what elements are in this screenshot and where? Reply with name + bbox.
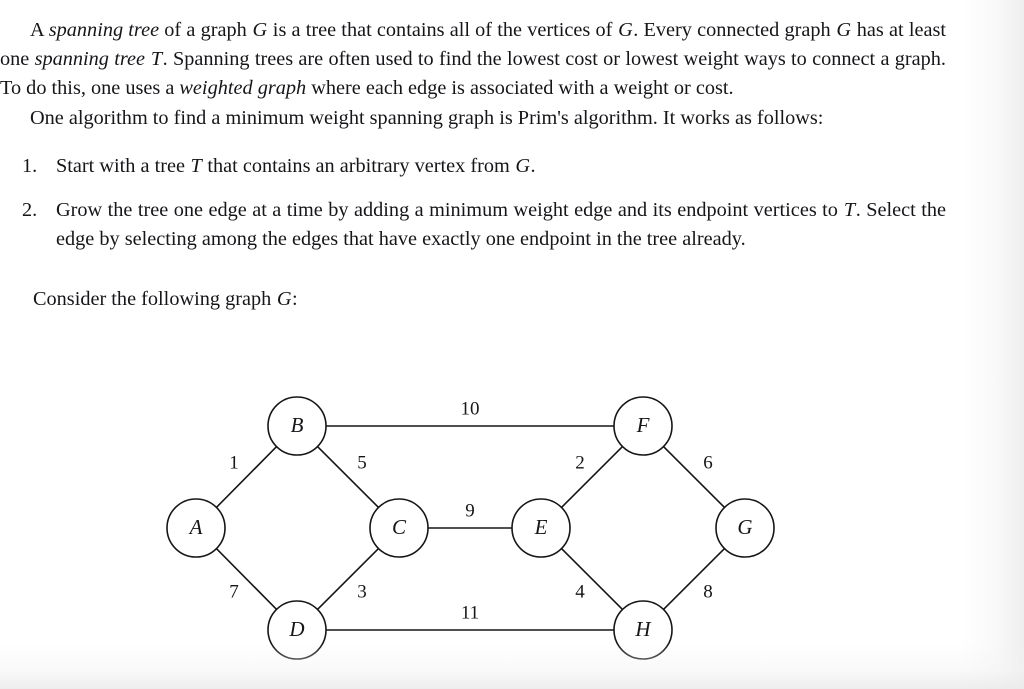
math-symbol: T — [843, 199, 856, 222]
edge-weight-a-b: 1 — [229, 452, 239, 473]
emphasized-term: spanning tree — [34, 48, 146, 71]
prim-algorithm-steps: Start with a tree T that contains an arb… — [0, 152, 952, 255]
emphasized-term: weighted graph — [179, 77, 307, 100]
edge-weight-c-d: 3 — [357, 581, 367, 602]
graph-node-h: H — [613, 600, 673, 660]
graph-node-e: E — [511, 498, 571, 558]
edge-weight-b-c: 5 — [357, 452, 367, 473]
math-symbol: T — [150, 48, 163, 71]
math-symbol: G — [252, 19, 268, 41]
graph-node-g: G — [715, 498, 775, 558]
node-label-b: B — [291, 413, 304, 437]
edge-weight-f-g: 6 — [703, 452, 713, 473]
edge-weight-c-e: 9 — [465, 500, 475, 521]
graph-node-c: C — [369, 498, 429, 558]
math-symbol: G — [618, 19, 633, 41]
paragraph-spanning-tree-definition: A spanning tree of a graph G is a tree t… — [0, 19, 946, 100]
node-label-f: F — [636, 413, 650, 437]
weighted-graph-figure: 1 5 10 7 3 9 2 6 4 8 11 A B C D E F G H — [0, 382, 1024, 682]
graph-edge-e-h — [560, 547, 624, 611]
edge-weight-b-f: 10 — [461, 398, 480, 419]
graph-edge-a-d — [215, 547, 278, 611]
graph-edge-g-h — [662, 547, 726, 611]
graph-edges — [215, 425, 726, 631]
graph-node-d: D — [267, 600, 327, 660]
graph-edge-b-c — [316, 445, 380, 509]
paragraph-prim-intro: One algorithm to find a minimum weight s… — [30, 106, 824, 129]
node-label-g: G — [737, 515, 752, 539]
step-item-2: Grow the tree one edge at a time by addi… — [22, 196, 947, 251]
graph-canvas: 1 5 10 7 3 9 2 6 4 8 11 A B C D E F G H — [166, 396, 775, 660]
graph-edge-a-b — [215, 445, 278, 509]
document-page: A spanning tree of a graph G is a tree t… — [0, 0, 1024, 689]
math-symbol: G — [515, 154, 531, 177]
edge-weight-e-h: 4 — [575, 581, 585, 602]
math-symbol: G — [276, 288, 292, 311]
edge-weight-a-d: 7 — [229, 581, 239, 602]
math-symbol: G — [836, 19, 852, 41]
graph-edge-f-g — [662, 445, 726, 509]
emphasized-term: spanning tree — [48, 19, 160, 41]
node-label-c: C — [392, 515, 407, 539]
edge-weight-e-f: 2 — [575, 452, 585, 473]
graph-node-f: F — [613, 396, 673, 456]
step-item-1: Start with a tree T that contains an arb… — [22, 152, 536, 181]
graph-node-a: A — [166, 498, 226, 558]
edge-weight-g-h: 8 — [703, 581, 713, 602]
math-symbol: T — [190, 154, 202, 177]
graph-edge-e-f — [560, 445, 624, 509]
node-label-d: D — [288, 617, 304, 641]
edge-weight-d-h: 11 — [461, 602, 479, 623]
graph-edge-c-d — [316, 547, 380, 611]
document-body: A spanning tree of a graph G is a tree t… — [0, 0, 952, 315]
node-label-e: E — [534, 515, 548, 539]
graph-node-b: B — [267, 396, 327, 456]
paragraph-consider-graph: Consider the following graph G: — [33, 288, 298, 311]
node-label-h: H — [634, 617, 652, 641]
node-label-a: A — [188, 515, 203, 539]
